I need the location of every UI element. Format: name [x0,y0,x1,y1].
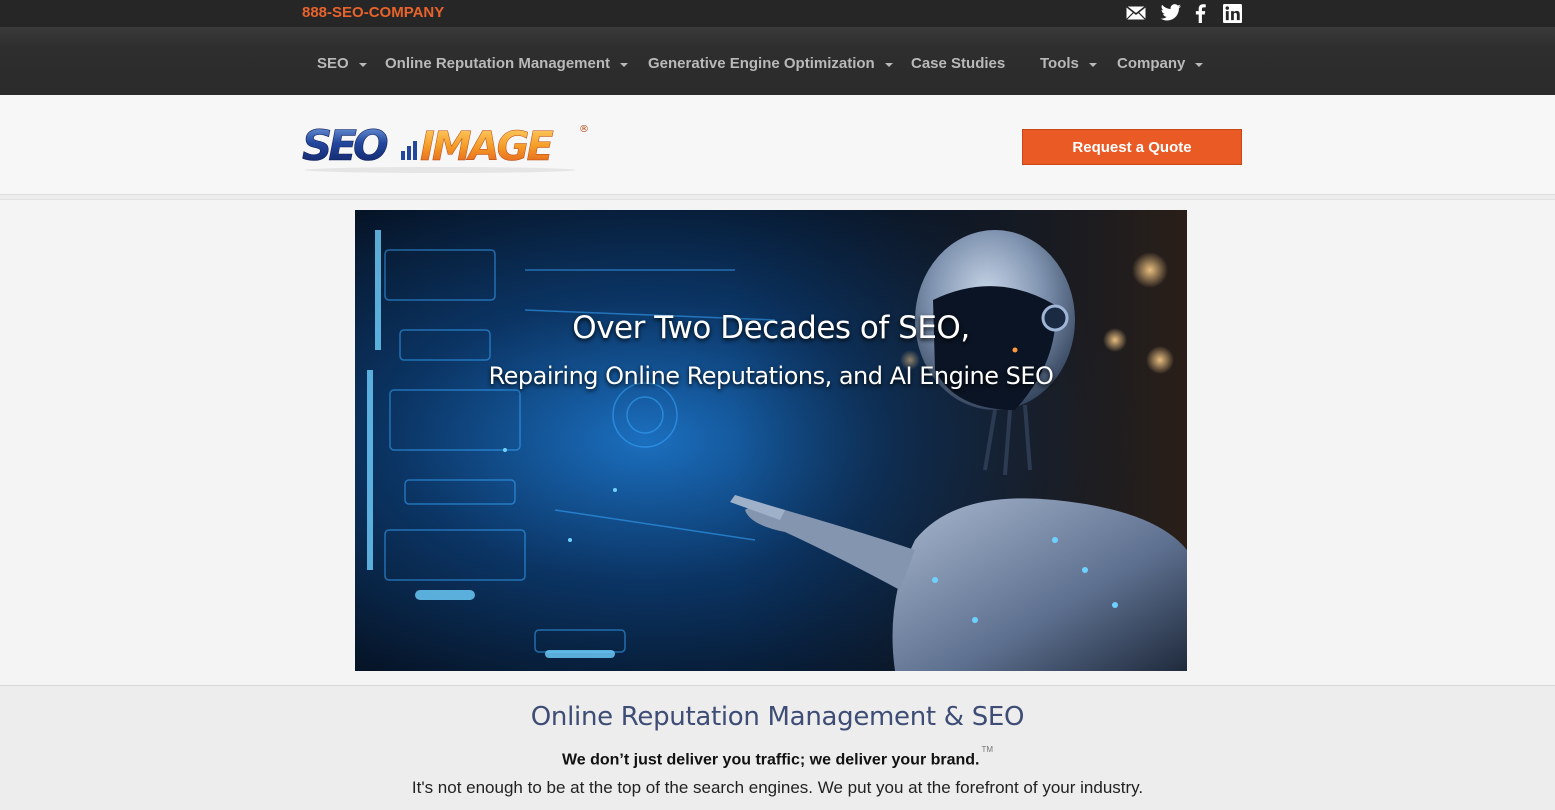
mail-icon[interactable] [1125,3,1147,23]
nav-item-label: Generative Engine Optimization [648,55,875,72]
site-header: SEO IMAGE ® Request a Quote [0,95,1555,195]
facebook-icon[interactable] [1192,3,1208,23]
section-title: Online Reputation Management & SEO [530,702,1025,732]
nav-item-label: Tools [1040,55,1079,72]
nav-item-generative-engine-optimization[interactable]: Generative Engine Optimization [648,55,893,72]
svg-text:®: ® [579,124,589,135]
logo-bars [401,141,417,160]
top-bar: 888-SEO-COMPANY [0,0,1555,27]
nav-item-company[interactable]: Company [1117,55,1204,72]
hero-robot-image [355,210,1187,671]
nav-item-label: SEO [317,55,349,72]
nav-item-label: Company [1117,55,1186,72]
tagline-text: We don’t just deliver you traffic; we de… [561,751,980,769]
hero-headline: Over Two Decades of SEO, [572,310,970,346]
phone-number-link[interactable]: 888-SEO-COMPANY [302,4,444,21]
intro-text: It's not enough to be at the top of the … [411,778,1144,797]
hero-section: Over Two Decades of SEO, Repairing Onlin… [0,199,1555,686]
caret-down-icon [620,62,629,67]
brand-tagline: We don’t just deliver you traffic; we de… [0,745,1555,769]
trademark-mark: TM [981,745,994,754]
request-quote-button[interactable]: Request a Quote [1022,129,1242,165]
caret-down-icon [1088,62,1097,67]
hero-subheadline: Repairing Online Reputations, and AI Eng… [488,362,1054,390]
nav-item-label: Online Reputation Management [385,55,611,72]
nav-item-case-studies[interactable]: Case Studies [911,55,1005,72]
svg-text:IMAGE: IMAGE [420,124,553,170]
seo-image-logo[interactable]: SEO IMAGE ® [300,120,592,176]
svg-text:SEO: SEO [302,121,388,170]
nav-item-online-reputation-management[interactable]: Online Reputation Management [385,55,629,72]
nav-item-label: Case Studies [911,55,1006,72]
hero-banner: Over Two Decades of SEO, Repairing Onlin… [355,210,1187,671]
main-nav: SEO Online Reputation Management Generat… [0,27,1555,95]
caret-down-icon [884,62,893,67]
linkedin-icon[interactable] [1222,3,1242,23]
nav-item-seo[interactable]: SEO [317,55,367,72]
twitter-icon[interactable] [1159,3,1183,23]
caret-down-icon [358,62,367,67]
nav-item-tools[interactable]: Tools [1040,55,1097,72]
caret-down-icon [1195,62,1204,67]
